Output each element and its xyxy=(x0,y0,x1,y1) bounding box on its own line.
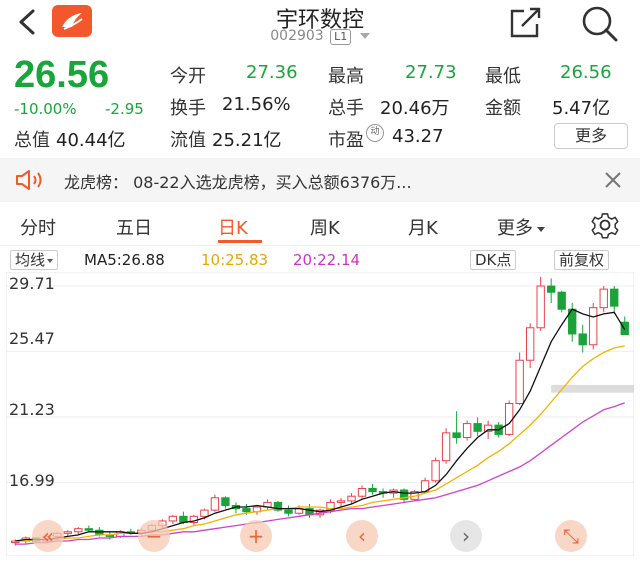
ma20-value: 20:22.14 xyxy=(293,251,361,269)
chevron-down-icon xyxy=(359,33,370,39)
stock-code-row[interactable]: 002903 L1 xyxy=(0,28,640,45)
plus-icon[interactable]: + xyxy=(240,520,272,552)
total-cap-label: 总值 xyxy=(14,130,50,151)
expand-icon[interactable]: ⤡ xyxy=(555,520,587,552)
share-icon[interactable] xyxy=(508,6,544,40)
tab-five-day[interactable]: 五日 xyxy=(116,214,152,240)
candle xyxy=(273,500,283,512)
stock-code: 002903 xyxy=(270,28,324,44)
search-icon[interactable] xyxy=(578,4,622,44)
candle xyxy=(462,420,472,441)
high-label: 最高 xyxy=(328,66,364,87)
scroll-right-icon[interactable]: › xyxy=(450,520,482,552)
notice-text: 龙虎榜： 08-22入选龙虎榜，买入总额6376万... xyxy=(64,173,412,192)
tab-monthly-k[interactable]: 月K xyxy=(408,214,438,240)
change-amount: -2.95 xyxy=(105,100,144,118)
change-percent: -10.00% xyxy=(14,100,77,118)
open-value: 27.36 xyxy=(246,62,298,83)
candle xyxy=(441,428,451,464)
minus-icon[interactable]: − xyxy=(138,520,170,552)
price-zone-band xyxy=(551,384,634,393)
volume-label: 总手 xyxy=(328,98,364,119)
caret-down-icon xyxy=(47,258,54,263)
turnover-value: 21.56% xyxy=(222,94,291,115)
zoom-out-icon[interactable]: « xyxy=(32,520,64,552)
float-cap-label: 流值 xyxy=(170,130,206,151)
pe-label: 市盈 xyxy=(328,130,364,151)
svg-text:−: − xyxy=(146,524,163,548)
low-label: 最低 xyxy=(485,66,521,87)
total-cap-value: 40.44亿 xyxy=(56,130,126,151)
top-nav-bar: 宇环数控 002903 L1 xyxy=(0,0,640,50)
open-label: 今开 xyxy=(170,66,206,87)
indicator-select[interactable]: 均线 xyxy=(10,250,59,270)
svg-text:+: + xyxy=(248,524,265,548)
active-tab-underline xyxy=(218,240,262,243)
y-tick-label: 21.23 xyxy=(9,400,55,419)
tab-daily-k[interactable]: 日K xyxy=(218,214,248,240)
low-value: 26.56 xyxy=(560,62,612,83)
last-price: 26.56 xyxy=(14,54,110,96)
pe-value: 43.27 xyxy=(392,126,444,147)
amount-label: 金额 xyxy=(485,98,521,119)
ma-legend-bar: 均线 MA5:26.88 10:25.83 20:22.14 DK点 前复权 xyxy=(0,250,640,272)
ma5-value: MA5:26.88 xyxy=(84,251,165,269)
float-cap-value: 25.21亿 xyxy=(212,130,282,151)
ma10-value: 10:25.83 xyxy=(201,251,269,269)
adjustment-button[interactable]: 前复权 xyxy=(554,250,610,270)
dragon-tiger-notice[interactable]: 龙虎榜： 08-22入选龙虎榜，买入总额6376万... xyxy=(0,158,640,202)
pe-type-badge: 动 xyxy=(366,124,384,142)
speaker-icon xyxy=(16,170,42,190)
gear-icon[interactable] xyxy=(588,210,622,240)
svg-text:«: « xyxy=(42,524,54,548)
scroll-left-icon[interactable]: ‹ xyxy=(346,520,378,552)
kline-chart-svg: « − + ‹ › ⤡ xyxy=(5,271,635,557)
y-tick-label: 29.71 xyxy=(9,274,55,293)
dk-point-button[interactable]: DK点 xyxy=(470,250,517,270)
caret-down-icon xyxy=(537,226,545,232)
more-quote-button[interactable]: 更多 xyxy=(554,123,628,149)
tab-weekly-k[interactable]: 周K xyxy=(310,214,340,240)
volume-value: 20.46万 xyxy=(380,98,450,119)
close-icon[interactable] xyxy=(602,169,624,191)
amount-value: 5.47亿 xyxy=(552,98,611,119)
svg-text:⤡: ⤡ xyxy=(563,524,579,548)
turnover-label: 换手 xyxy=(170,98,206,119)
candle xyxy=(557,290,566,313)
candle xyxy=(431,457,440,483)
candle xyxy=(504,400,514,436)
tab-more-label: 更多 xyxy=(497,218,533,239)
tabs-divider xyxy=(0,245,640,246)
tab-intraday[interactable]: 分时 xyxy=(20,214,56,240)
indicator-select-label: 均线 xyxy=(15,251,46,269)
svg-text:›: › xyxy=(462,524,470,548)
high-value: 27.73 xyxy=(405,62,457,83)
candle xyxy=(515,352,524,406)
volume-legend-fragment xyxy=(0,556,640,565)
y-tick-label: 25.47 xyxy=(9,329,55,348)
y-tick-label: 16.99 xyxy=(9,471,55,490)
kline-chart[interactable]: « − + ‹ › ⤡ 29.71 25.47 21.23 16.99 xyxy=(5,271,635,557)
market-level-badge: L1 xyxy=(330,29,352,45)
svg-text:‹: ‹ xyxy=(358,524,366,548)
candle xyxy=(589,303,598,350)
tab-more[interactable]: 更多 xyxy=(497,214,545,240)
